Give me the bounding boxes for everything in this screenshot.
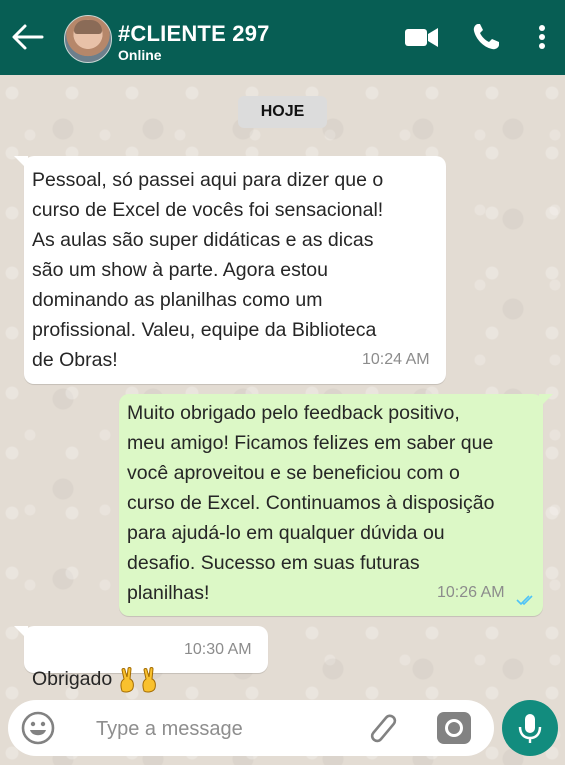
message-time: 10:26 AM xyxy=(437,584,505,601)
more-options-icon[interactable] xyxy=(535,22,549,52)
victory-hand-emoji-icon xyxy=(120,666,157,693)
outgoing-message[interactable]: Muito obrigado pelo feedback positivo, m… xyxy=(119,394,553,616)
chat-header: #CLIENTE 297 Online xyxy=(0,0,565,75)
camera-icon[interactable] xyxy=(436,711,472,745)
message-time: 10:30 AM xyxy=(184,641,252,658)
message-text: Pessoal, só passei aqui para dizer que o… xyxy=(32,169,384,371)
phone-icon[interactable] xyxy=(471,22,501,52)
attach-icon[interactable] xyxy=(364,710,400,746)
message-time: 10:24 AM xyxy=(362,351,430,368)
message-input[interactable] xyxy=(94,712,358,746)
incoming-message[interactable]: Obrigado 10:30 AM xyxy=(14,626,268,693)
video-call-icon[interactable] xyxy=(404,22,440,52)
message-text: Muito obrigado pelo feedback positivo, m… xyxy=(127,402,495,604)
incoming-message[interactable]: Pessoal, só passei aqui para dizer que o… xyxy=(14,156,446,384)
mic-icon xyxy=(518,714,542,743)
date-separator: HOJE xyxy=(238,96,327,128)
emoji-icon[interactable] xyxy=(20,710,56,746)
message-composer xyxy=(8,700,494,756)
read-double-check-icon xyxy=(516,595,533,606)
contact-name[interactable]: #CLIENTE 297 xyxy=(118,21,270,47)
mic-button[interactable] xyxy=(502,700,558,756)
message-text: Obrigado xyxy=(32,668,113,690)
contact-avatar[interactable] xyxy=(64,15,112,63)
message-content: Obrigado xyxy=(32,634,162,694)
back-arrow-icon[interactable] xyxy=(10,22,44,52)
contact-status: Online xyxy=(118,47,162,63)
